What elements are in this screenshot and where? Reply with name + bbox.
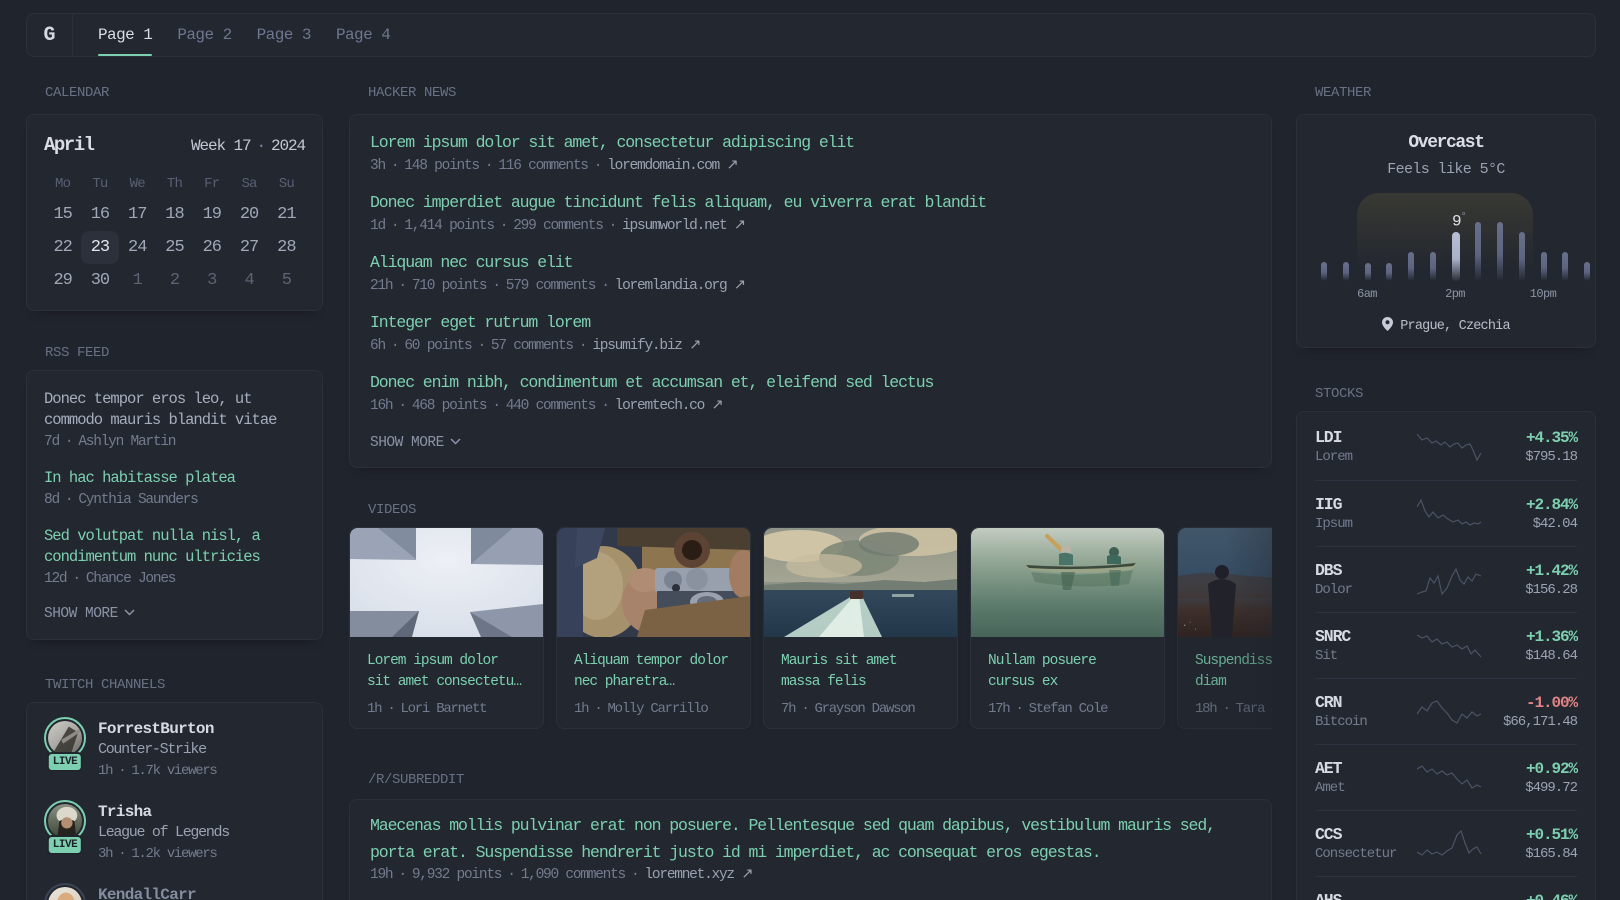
svg-text:·ˈˌ: ·ˈˌ xyxy=(1182,621,1198,631)
